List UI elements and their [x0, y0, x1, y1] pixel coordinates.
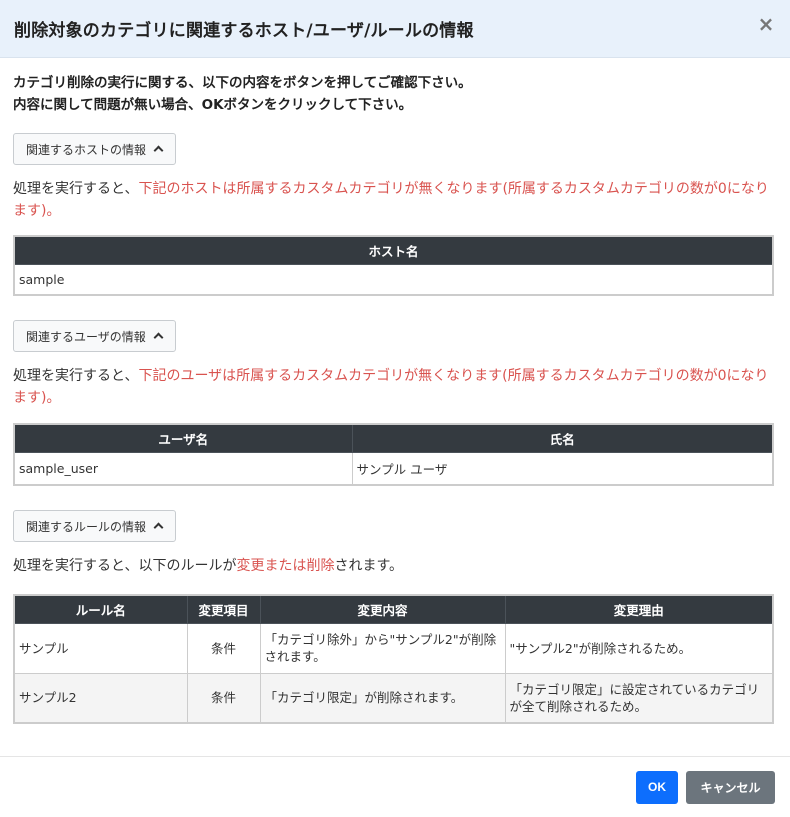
rules-description: 処理を実行すると、以下のルールが変更または削除されます。 — [13, 555, 774, 577]
hosts-table: ホスト名 sample — [13, 235, 774, 296]
modal-header: 削除対象のカテゴリに関連するホスト/ユーザ/ルールの情報 × — [0, 0, 790, 58]
users-desc-prefix: 処理を実行すると、 — [13, 368, 139, 384]
modal-body: カテゴリ削除の実行に関する、以下の内容をボタンを押してご確認下さい。 内容に関し… — [0, 58, 790, 724]
intro-text: カテゴリ削除の実行に関する、以下の内容をボタンを押してご確認下さい。 内容に関し… — [13, 72, 774, 116]
users-description: 処理を実行すると、下記のユーザは所属するカスタムカテゴリが無くなります(所属する… — [13, 365, 774, 409]
rules-table: ルール名 変更項目 変更内容 変更理由 サンプル 条件 「カテゴリ除外」から"サ… — [13, 594, 774, 724]
hosts-section: 関連するホストの情報 処理を実行すると、下記のホストは所属するカスタムカテゴリが… — [13, 133, 774, 296]
hosts-toggle-button[interactable]: 関連するホストの情報 — [13, 133, 177, 165]
category-delete-modal: 削除対象のカテゴリに関連するホスト/ユーザ/ルールの情報 × カテゴリ削除の実行… — [0, 0, 790, 817]
rules-section: 関連するルールの情報 処理を実行すると、以下のルールが変更または削除されます。 … — [13, 510, 774, 724]
cancel-button[interactable]: キャンセル — [686, 770, 775, 804]
rule-name-cell: サンプル — [13, 622, 188, 674]
close-icon[interactable]: × — [756, 14, 776, 34]
host-name-header: ホスト名 — [13, 235, 774, 265]
modal-footer: OK キャンセル — [0, 756, 790, 817]
users-section: 関連するユーザの情報 処理を実行すると、下記のユーザは所属するカスタムカテゴリが… — [13, 320, 774, 486]
user-name-cell: sample_user — [13, 451, 353, 486]
users-toggle-label: 関連するユーザの情報 — [26, 329, 146, 344]
change-content-cell: 「カテゴリ除外」から"サンプル2"が削除されます。 — [259, 622, 506, 674]
change-item-cell: 条件 — [186, 672, 261, 724]
host-name-cell: sample — [13, 263, 774, 296]
change-reason-header: 変更理由 — [504, 594, 774, 624]
rules-toggle-label: 関連するルールの情報 — [26, 519, 147, 534]
change-reason-cell: 「カテゴリ限定」に設定されているカテゴリが全て削除されるため。 — [504, 672, 774, 724]
hosts-toggle-label: 関連するホストの情報 — [26, 142, 147, 157]
full-name-cell: サンプル ユーザ — [351, 451, 774, 486]
rules-desc-prefix: 処理を実行すると、以下のルールが — [13, 558, 237, 574]
users-table: ユーザ名 氏名 sample_user サンプル ユーザ — [13, 423, 774, 486]
users-toggle-button[interactable]: 関連するユーザの情報 — [13, 320, 176, 352]
modal-title: 削除対象のカテゴリに関連するホスト/ユーザ/ルールの情報 — [14, 21, 474, 41]
intro-line-1: カテゴリ削除の実行に関する、以下の内容をボタンを押してご確認下さい。 — [13, 75, 472, 91]
hosts-description: 処理を実行すると、下記のホストは所属するカスタムカテゴリが無くなります(所属する… — [13, 178, 774, 222]
change-item-header: 変更項目 — [186, 594, 261, 624]
rules-desc-warning: 変更または削除 — [236, 558, 335, 574]
rules-desc-suffix: されます。 — [334, 558, 404, 574]
user-name-header: ユーザ名 — [13, 423, 353, 453]
chevron-up-icon — [153, 521, 163, 531]
rule-name-header: ルール名 — [13, 594, 188, 624]
rule-name-cell: サンプル2 — [13, 672, 188, 724]
table-row: サンプル2 条件 「カテゴリ限定」が削除されます。 「カテゴリ限定」に設定されて… — [13, 672, 774, 724]
table-row: サンプル 条件 「カテゴリ除外」から"サンプル2"が削除されます。 "サンプル2… — [13, 622, 774, 674]
change-content-cell: 「カテゴリ限定」が削除されます。 — [259, 672, 506, 724]
table-row: sample — [13, 263, 774, 296]
chevron-up-icon — [153, 144, 163, 154]
rules-toggle-button[interactable]: 関連するルールの情報 — [13, 510, 177, 542]
change-item-cell: 条件 — [186, 622, 261, 674]
chevron-up-icon — [153, 331, 163, 341]
change-content-header: 変更内容 — [259, 594, 506, 624]
hosts-desc-prefix: 処理を実行すると、 — [13, 181, 139, 197]
intro-line-2: 内容に関して問題が無い場合、OKボタンをクリックして下さい。 — [13, 97, 413, 113]
full-name-header: 氏名 — [351, 423, 774, 453]
change-reason-cell: "サンプル2"が削除されるため。 — [504, 622, 774, 674]
table-row: sample_user サンプル ユーザ — [13, 451, 774, 486]
ok-button[interactable]: OK — [636, 770, 678, 804]
